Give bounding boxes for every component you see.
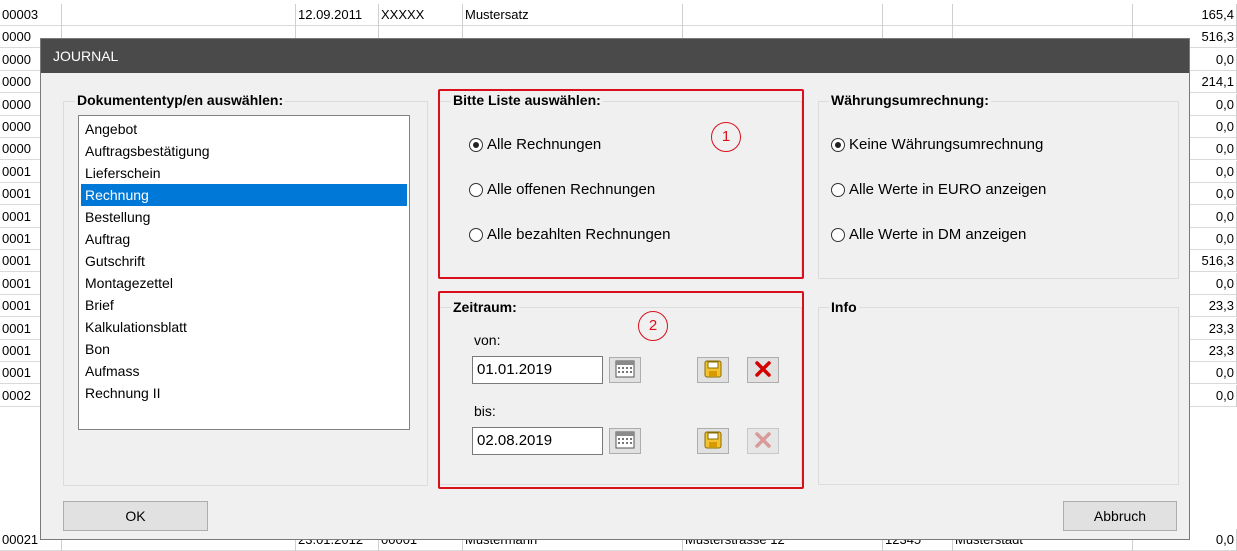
list-option-1[interactable]: Alle Rechnungen — [469, 135, 601, 155]
table-row: 00003 12.09.2011 XXXXX Mustersatz 165,4 — [0, 4, 1237, 26]
table-cell-amount: 165,4 — [1133, 4, 1237, 26]
list-item[interactable]: Bon — [81, 338, 407, 360]
doc-type-title: Dokumententyp/en auswählen: — [75, 92, 286, 108]
period-title: Zeitraum: — [451, 299, 519, 315]
currency-title: Währungsumrechnung: — [829, 92, 991, 108]
calendar-icon — [615, 360, 635, 381]
currency-option-label: Keine Währungsumrechnung — [849, 136, 1044, 153]
cancel-button[interactable]: Abbruch — [1063, 501, 1177, 531]
table-cell-city — [953, 4, 1133, 26]
to-calendar-button[interactable] — [609, 428, 641, 454]
radio-button[interactable] — [469, 183, 483, 197]
table-cell-blank — [62, 4, 296, 26]
table-cell-num: XXXXX — [379, 4, 463, 26]
list-option-label: Alle offenen Rechnungen — [487, 181, 656, 198]
floppy-disk-icon — [704, 431, 722, 452]
table-cell-zip — [883, 4, 953, 26]
from-date-input[interactable]: 01.01.2019 — [472, 356, 603, 384]
from-save-button[interactable] — [697, 357, 729, 383]
calendar-icon — [615, 431, 635, 452]
journal-dialog: JOURNAL Dokumententyp/en auswählen: Ange… — [40, 38, 1190, 540]
currency-option-2[interactable]: Alle Werte in EURO anzeigen — [831, 180, 1046, 200]
from-label: von: — [474, 332, 501, 348]
list-item[interactable]: Angebot — [81, 118, 407, 140]
info-group — [818, 307, 1179, 485]
annotation-badge-2: 2 — [638, 311, 668, 341]
to-clear-button[interactable] — [747, 428, 779, 454]
close-icon — [754, 360, 772, 381]
radio-button[interactable] — [469, 138, 483, 152]
annotation-box-2 — [438, 291, 804, 489]
list-option-label: Alle Rechnungen — [487, 136, 602, 153]
table-cell-name: Mustersatz — [463, 4, 683, 26]
list-item[interactable]: Auftrag — [81, 228, 407, 250]
list-item[interactable]: Aufmass — [81, 360, 407, 382]
table-cell-street — [683, 4, 883, 26]
dialog-title: JOURNAL — [41, 39, 1189, 73]
info-title: Info — [829, 299, 859, 315]
currency-option-label: Alle Werte in DM anzeigen — [849, 226, 1027, 243]
floppy-disk-icon — [704, 360, 722, 381]
list-item[interactable]: Montagezettel — [81, 272, 407, 294]
list-option-label: Alle bezahlten Rechnungen — [487, 226, 671, 243]
to-date-input[interactable]: 02.08.2019 — [472, 427, 603, 455]
list-option-2[interactable]: Alle offenen Rechnungen — [469, 180, 655, 200]
close-icon — [754, 431, 772, 452]
radio-button[interactable] — [831, 228, 845, 242]
list-item[interactable]: Auftragsbestätigung — [81, 140, 407, 162]
list-item[interactable]: Lieferschein — [81, 162, 407, 184]
ok-button[interactable]: OK — [63, 501, 208, 531]
list-item[interactable]: Kalkulationsblatt — [81, 316, 407, 338]
list-item[interactable]: Bestellung — [81, 206, 407, 228]
annotation-badge-1: 1 — [711, 122, 741, 152]
currency-option-3[interactable]: Alle Werte in DM anzeigen — [831, 225, 1026, 245]
radio-button[interactable] — [469, 228, 483, 242]
table-cell-id: 00003 — [0, 4, 62, 26]
list-item[interactable]: Brief — [81, 294, 407, 316]
list-option-3[interactable]: Alle bezahlten Rechnungen — [469, 225, 670, 245]
from-clear-button[interactable] — [747, 357, 779, 383]
currency-option-label: Alle Werte in EURO anzeigen — [849, 181, 1047, 198]
to-save-button[interactable] — [697, 428, 729, 454]
list-item[interactable]: Rechnung — [81, 184, 407, 206]
from-calendar-button[interactable] — [609, 357, 641, 383]
radio-button[interactable] — [831, 138, 845, 152]
currency-option-1[interactable]: Keine Währungsumrechnung — [831, 135, 1043, 155]
list-item[interactable]: Rechnung II — [81, 382, 407, 404]
to-label: bis: — [474, 403, 496, 419]
list-title: Bitte Liste auswählen: — [451, 92, 603, 108]
doc-type-list[interactable]: Angebot Auftragsbestätigung Lieferschein Re… — [78, 115, 410, 430]
list-item[interactable]: Gutschrift — [81, 250, 407, 272]
radio-button[interactable] — [831, 183, 845, 197]
table-cell-date: 12.09.2011 — [296, 4, 379, 26]
